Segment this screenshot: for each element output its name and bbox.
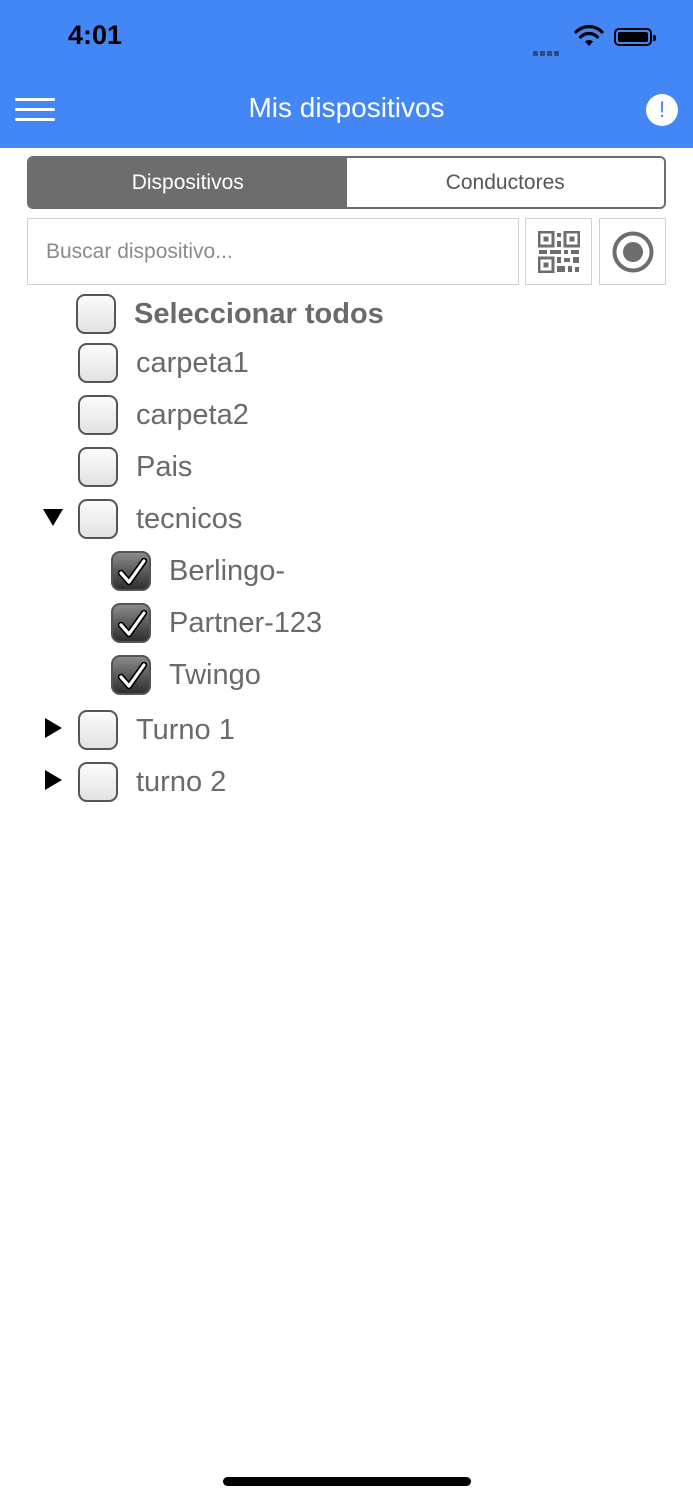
expand-triangle-icon[interactable] bbox=[45, 770, 63, 790]
search-input[interactable] bbox=[27, 218, 519, 285]
checkmark-icon bbox=[117, 609, 148, 638]
tree-item-label: Pais bbox=[136, 450, 193, 483]
tree-item-carpeta2[interactable]: carpeta2 bbox=[78, 393, 249, 437]
checkmark-icon bbox=[117, 661, 148, 690]
tree-item-label: carpeta2 bbox=[136, 398, 249, 431]
record-icon bbox=[612, 231, 653, 272]
pais-checkbox[interactable] bbox=[78, 447, 118, 487]
tree-item-label: turno 2 bbox=[136, 765, 227, 798]
battery-icon bbox=[614, 28, 656, 46]
tree-item-berlingo[interactable]: Berlingo- bbox=[111, 549, 285, 593]
tree-item-turno-1[interactable]: Turno 1 bbox=[78, 708, 235, 752]
tree-item-pais[interactable]: Pais bbox=[78, 445, 192, 489]
carpeta2-checkbox[interactable] bbox=[78, 395, 118, 435]
cellular-signal-icon bbox=[533, 43, 561, 61]
home-indicator[interactable] bbox=[223, 1477, 471, 1486]
qr-scan-button[interactable] bbox=[525, 218, 592, 285]
record-button[interactable] bbox=[599, 218, 666, 285]
carpeta1-checkbox[interactable] bbox=[78, 343, 118, 383]
tree-item-label: Twingo bbox=[169, 658, 261, 691]
tree-item-turno-2[interactable]: turno 2 bbox=[78, 760, 226, 804]
tree-item-label: carpeta1 bbox=[136, 346, 249, 379]
turno-2-checkbox[interactable] bbox=[78, 762, 118, 802]
select-all-row[interactable]: Seleccionar todos bbox=[76, 292, 384, 336]
tab-dispositivos[interactable]: Dispositivos bbox=[29, 158, 347, 207]
info-icon[interactable]: ! bbox=[646, 94, 678, 126]
tree-item-label: Berlingo- bbox=[169, 554, 286, 587]
tree-item-label: Partner-123 bbox=[169, 606, 323, 639]
tecnicos-checkbox[interactable] bbox=[78, 499, 118, 539]
app-header: 4:01 Mis dispositivos ! bbox=[0, 0, 693, 148]
collapse-triangle-icon[interactable] bbox=[43, 509, 63, 527]
partner-123-checkbox[interactable] bbox=[111, 603, 151, 643]
qr-code-icon bbox=[537, 230, 580, 273]
checkmark-icon bbox=[117, 557, 148, 586]
tree-item-twingo[interactable]: Twingo bbox=[111, 653, 261, 697]
select-all-checkbox[interactable] bbox=[76, 294, 116, 334]
page-title: Mis dispositivos bbox=[248, 92, 445, 123]
tree-item-label: tecnicos bbox=[136, 502, 243, 535]
tree-item-label: Turno 1 bbox=[136, 713, 235, 746]
tab-switcher: Dispositivos Conductores bbox=[27, 156, 666, 209]
tree-item-partner-123[interactable]: Partner-123 bbox=[111, 601, 322, 645]
select-all-label: Seleccionar todos bbox=[134, 297, 384, 330]
tree-item-tecnicos[interactable]: tecnicos bbox=[78, 497, 242, 541]
wifi-icon bbox=[574, 25, 604, 46]
tree-item-carpeta1[interactable]: carpeta1 bbox=[78, 341, 249, 385]
berlingo-checkbox[interactable] bbox=[111, 551, 151, 591]
tab-conductores[interactable]: Conductores bbox=[346, 158, 664, 207]
twingo-checkbox[interactable] bbox=[111, 655, 151, 695]
expand-triangle-icon[interactable] bbox=[45, 718, 63, 738]
turno-1-checkbox[interactable] bbox=[78, 710, 118, 750]
status-time: 4:01 bbox=[68, 20, 123, 50]
